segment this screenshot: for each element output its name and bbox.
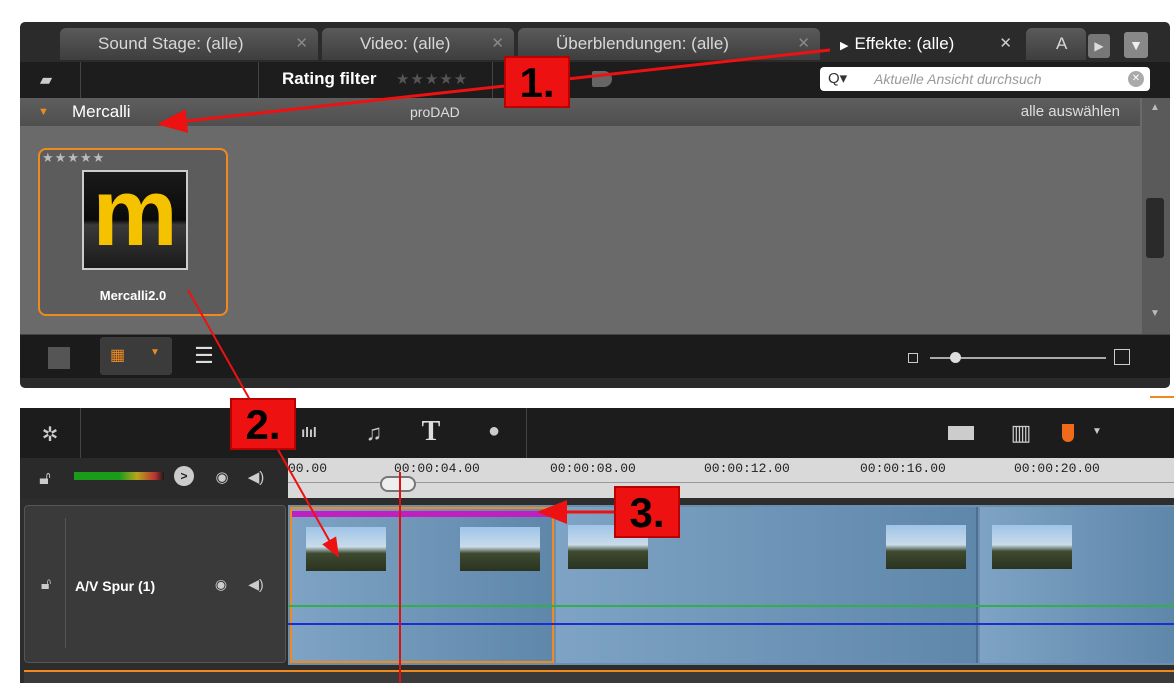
arrow-1 [157, 48, 831, 133]
callout-1: 1. [504, 56, 570, 108]
annotation-arrows [157, 48, 831, 558]
callout-3: 3. [614, 486, 680, 538]
callout-2: 2. [230, 398, 296, 450]
